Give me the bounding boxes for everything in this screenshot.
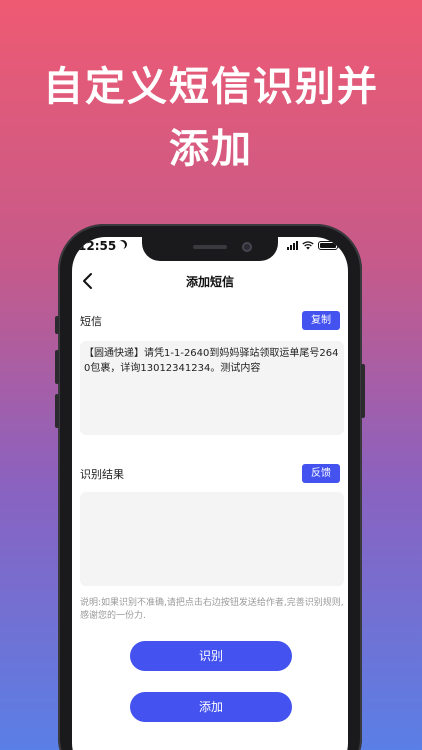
nav-bar: 添加短信 — [72, 267, 348, 297]
signal-icon — [287, 241, 298, 250]
help-note: 说明:如果识别不准确,请把点击右边按钮发送给作者,完善识别规则,感谢您的一份力. — [80, 598, 344, 621]
sms-textarea[interactable]: 【圆通快递】请凭1-1-2640到妈妈驿站领取运单尾号2640包裹，详询1301… — [80, 341, 344, 435]
promo-headline: 自定义短信识别并 添加 — [0, 56, 422, 180]
camera-icon — [242, 242, 252, 252]
add-button[interactable]: 添加 — [130, 692, 292, 722]
power-button — [361, 364, 365, 418]
phone-frame: 12:55 添加短信 短信 复制 【圆通快递】请凭1-1-2640到妈妈驿站领取… — [55, 224, 365, 750]
sms-label: 短信 — [80, 315, 102, 328]
battery-icon — [318, 241, 340, 250]
page-title: 添加短信 — [185, 275, 234, 289]
moon-icon — [116, 241, 125, 250]
result-textarea[interactable] — [80, 492, 344, 586]
result-label: 识别结果 — [80, 468, 124, 481]
copy-button[interactable]: 复制 — [302, 311, 340, 330]
feedback-button[interactable]: 反馈 — [302, 464, 340, 483]
volume-up-button — [55, 350, 59, 384]
promo-headline-line1: 自定义短信识别并 — [43, 64, 379, 110]
speaker-grille — [193, 245, 227, 249]
recognize-button[interactable]: 识别 — [130, 641, 292, 671]
notch — [142, 237, 278, 261]
status-indicators — [287, 241, 340, 250]
wifi-icon — [302, 241, 314, 250]
volume-down-button — [55, 394, 59, 428]
phone-screen: 12:55 添加短信 短信 复制 【圆通快递】请凭1-1-2640到妈妈驿站领取… — [72, 237, 348, 750]
mute-switch — [55, 316, 59, 334]
promo-headline-line2: 添加 — [169, 126, 253, 172]
status-time: 12:55 — [78, 239, 117, 253]
